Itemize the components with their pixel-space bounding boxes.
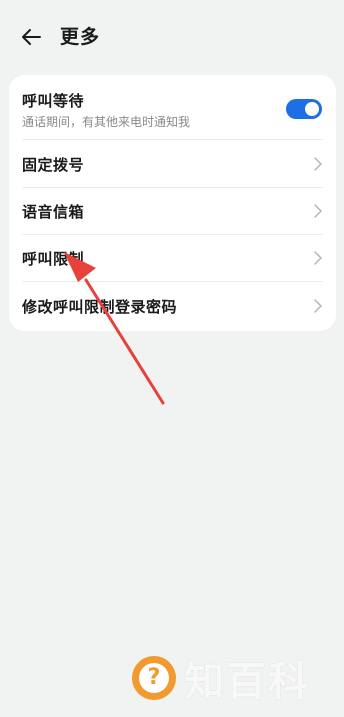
voicemail-label: 语音信箱: [22, 203, 85, 221]
watermark-logo: ? 知百科: [132, 655, 310, 705]
call-waiting-toggle[interactable]: [286, 99, 322, 119]
chevron-right-icon: [314, 299, 322, 313]
fixed-dialing-row[interactable]: 固定拨号: [9, 140, 336, 187]
top-bar: 更多: [0, 0, 344, 72]
page-title: 更多: [60, 26, 101, 48]
change-barring-password-label: 修改呼叫限制登录密码: [22, 298, 178, 316]
chevron-right-icon: [314, 251, 322, 265]
call-barring-label: 呼叫限制: [22, 250, 85, 268]
call-waiting-row[interactable]: 呼叫等待 通话期间，有其他来电时通知我: [9, 75, 336, 139]
back-arrow-icon: [22, 29, 41, 45]
chevron-right-icon: [314, 204, 322, 218]
call-barring-row[interactable]: 呼叫限制: [9, 235, 336, 281]
watermark-text: 知百科: [184, 659, 310, 705]
voicemail-row[interactable]: 语音信箱: [9, 188, 336, 234]
back-button[interactable]: [14, 22, 48, 52]
call-waiting-description: 通话期间，有其他来电时通知我: [22, 115, 191, 129]
toggle-knob: [305, 102, 319, 116]
settings-card: 呼叫等待 通话期间，有其他来电时通知我 固定拨号 语音信箱 呼叫限制 修改呼叫限…: [9, 75, 336, 331]
question-mark-icon: ?: [132, 656, 176, 700]
chevron-right-icon: [314, 157, 322, 171]
fixed-dialing-label: 固定拨号: [22, 156, 85, 174]
change-barring-password-row[interactable]: 修改呼叫限制登录密码: [9, 282, 336, 329]
call-waiting-label: 呼叫等待: [22, 92, 85, 110]
